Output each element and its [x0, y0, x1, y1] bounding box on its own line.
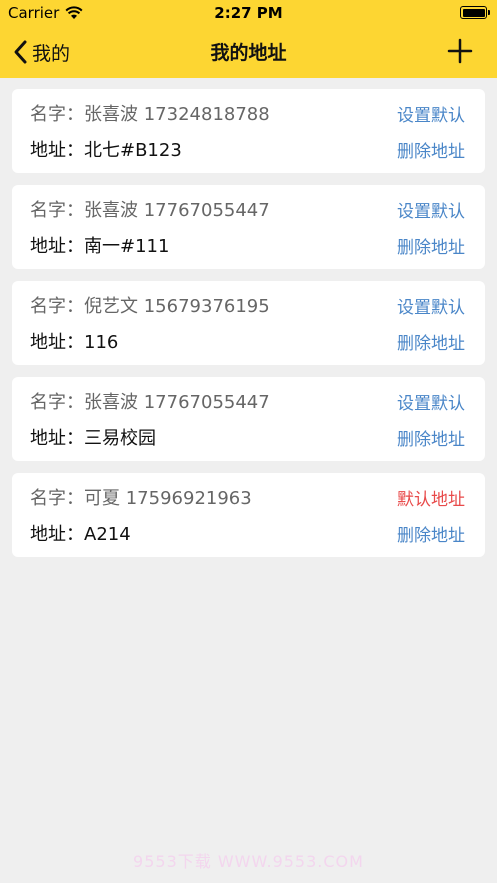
address-card: 名字：倪艺文 15679376195 设置默认 地址：116 删除地址 [12, 281, 485, 365]
name-line: 名字：倪艺文 15679376195 [30, 292, 270, 318]
name-label: 名字： [30, 392, 84, 413]
name-label: 名字： [30, 104, 84, 125]
address-card: 名字：张喜波 17324818788 设置默认 地址：北七#B123 删除地址 [12, 89, 485, 173]
address-value: 北七#B123 [84, 140, 182, 161]
contact-phone: 17596921963 [125, 488, 252, 509]
battery-icon [460, 6, 490, 19]
address-label: 地址： [30, 524, 84, 545]
name-line: 名字：可夏 17596921963 [30, 484, 252, 510]
delete-address-button[interactable]: 删除地址 [397, 137, 465, 162]
watermark: 9553下载 WWW.9553.COM [133, 852, 364, 871]
address-line: 地址：三易校园 [30, 424, 156, 450]
name-label: 名字： [30, 200, 84, 221]
contact-name: 张喜波 [84, 200, 138, 221]
name-label: 名字： [30, 488, 84, 509]
address-card: 名字：张喜波 17767055447 设置默认 地址：南一#111 删除地址 [12, 185, 485, 269]
set-default-button[interactable]: 设置默认 [397, 101, 465, 126]
address-label: 地址： [30, 332, 84, 353]
status-time: 2:27 PM [214, 4, 283, 22]
contact-phone: 17767055447 [143, 200, 270, 221]
address-line: 地址：A214 [30, 520, 131, 546]
address-label: 地址： [30, 140, 84, 161]
address-list: 名字：张喜波 17324818788 设置默认 地址：北七#B123 删除地址 … [12, 89, 485, 569]
contact-phone: 17767055447 [143, 392, 270, 413]
name-line: 名字：张喜波 17324818788 [30, 100, 270, 126]
name-line: 名字：张喜波 17767055447 [30, 388, 270, 414]
page-title: 我的地址 [210, 42, 287, 64]
address-value: 南一#111 [84, 236, 170, 257]
contact-phone: 17324818788 [143, 104, 270, 125]
name-label: 名字： [30, 296, 84, 317]
add-address-button[interactable] [445, 36, 475, 66]
delete-address-button[interactable]: 删除地址 [397, 329, 465, 354]
navigation-bar: 我的 我的地址 [0, 26, 497, 78]
header-bar: Carrier 2:27 PM 我的 我的地址 [0, 0, 497, 78]
delete-address-button[interactable]: 删除地址 [397, 233, 465, 258]
set-default-button[interactable]: 设置默认 [397, 293, 465, 318]
contact-name: 可夏 [84, 488, 120, 509]
address-card: 名字：可夏 17596921963 默认地址 地址：A214 删除地址 [12, 473, 485, 557]
status-bar: Carrier 2:27 PM [0, 0, 497, 26]
address-line: 地址：116 [30, 328, 118, 354]
address-line: 地址：南一#111 [30, 232, 169, 258]
contact-name: 张喜波 [84, 392, 138, 413]
address-label: 地址： [30, 236, 84, 257]
delete-address-button[interactable]: 删除地址 [397, 521, 465, 546]
address-line: 地址：北七#B123 [30, 136, 182, 162]
address-card: 名字：张喜波 17767055447 设置默认 地址：三易校园 删除地址 [12, 377, 485, 461]
contact-phone: 15679376195 [143, 296, 270, 317]
name-line: 名字：张喜波 17767055447 [30, 196, 270, 222]
contact-name: 张喜波 [84, 104, 138, 125]
delete-address-button[interactable]: 删除地址 [397, 425, 465, 450]
set-default-button[interactable]: 设置默认 [397, 197, 465, 222]
set-default-button[interactable]: 设置默认 [397, 389, 465, 414]
address-label: 地址： [30, 428, 84, 449]
default-address-badge: 默认地址 [397, 489, 465, 510]
address-value: A214 [84, 524, 131, 545]
address-value: 三易校园 [84, 428, 156, 449]
contact-name: 倪艺文 [84, 296, 138, 317]
address-value: 116 [84, 332, 119, 353]
